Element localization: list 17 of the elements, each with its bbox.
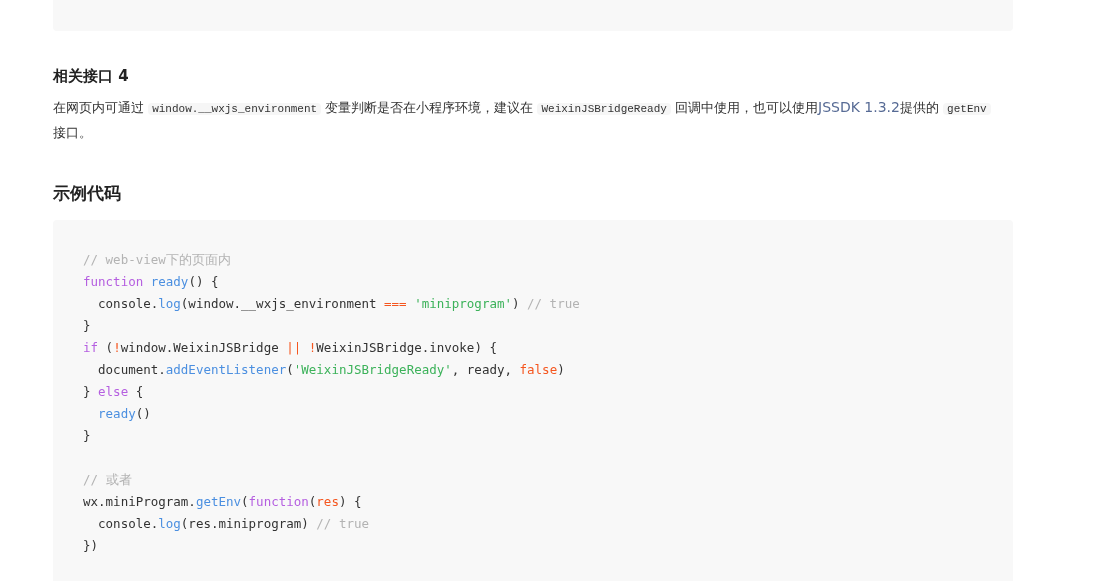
code-line: })	[83, 537, 99, 555]
code-line: function ready() {	[83, 273, 219, 291]
code-line: }	[83, 317, 91, 335]
code-line: }	[83, 427, 91, 445]
code-line: if (!window.WeixinJSBridge || !WeixinJSBridge.invoke) {	[83, 339, 497, 357]
section-heading: 相关接口 4	[53, 66, 130, 87]
code-line: wx.miniProgram.getEnv(function(res) {	[83, 493, 362, 511]
code-line: ready()	[97, 405, 151, 423]
code-line: console.log(res.miniprogram) // true	[97, 515, 369, 533]
jssdk-link[interactable]: JSSDK 1.3.2	[818, 98, 900, 115]
code-line: // web-view下的页面内	[83, 251, 231, 269]
code-line: } else {	[83, 383, 144, 401]
section-heading: 示例代码	[53, 181, 122, 205]
code-line: // 或者	[83, 471, 132, 489]
code-line: console.log(window.__wxjs_environment === 'miniprogram') // true	[97, 295, 580, 313]
description-paragraph: 在网页内可通过 window.__wxjs_environment 变量判断是否在小程序环境，建议在 WeixinJSBridgeReady 回调中使用，也可以使用JSSDK 1.3.2提供的 getEnv 接口。	[53, 94, 1013, 145]
code-line: document.addEventListener('WeixinJSBridgeReady', ready, false)	[97, 361, 565, 379]
